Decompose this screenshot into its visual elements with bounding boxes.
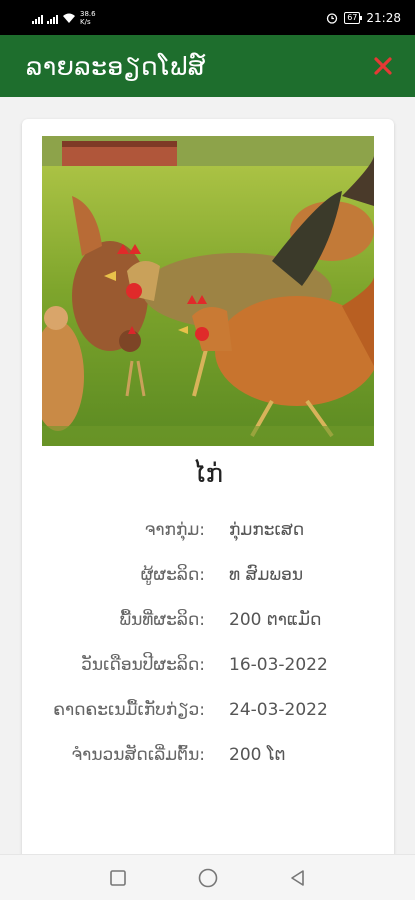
battery-icon: 67 bbox=[344, 11, 363, 24]
close-icon bbox=[374, 57, 392, 75]
net-speed: 38.6 K/s bbox=[80, 10, 96, 26]
detail-value: ກຸ່ມກະເສດ bbox=[229, 520, 305, 540]
page-title: ລາຍລະອຽດໂຟສ໌ bbox=[26, 51, 206, 81]
home-button[interactable] bbox=[193, 863, 223, 893]
detail-label: ຈຳນວນສັດເລີ່ມຕົ້ນ: bbox=[71, 745, 206, 765]
recents-button[interactable] bbox=[103, 863, 133, 893]
system-nav-bar bbox=[0, 854, 415, 900]
close-button[interactable] bbox=[367, 50, 399, 82]
circle-icon bbox=[198, 868, 217, 887]
alarm-icon bbox=[327, 12, 338, 24]
net-speed-unit: K/s bbox=[80, 17, 91, 26]
product-name: ໄກ່ bbox=[192, 459, 224, 489]
detail-row: ຜູ້ຜະລິດ: ທ ສົມພອນ bbox=[22, 561, 394, 589]
net-speed-value: 38.6 bbox=[80, 9, 96, 18]
detail-value: ທ ສົມພອນ bbox=[229, 565, 304, 585]
detail-row: ຈຳນວນສັດເລີ່ມຕົ້ນ: 200 ໂຕ bbox=[22, 741, 394, 769]
product-card: ໄກ່ ຈາກກຸ່ມ: ກຸ່ມກະເສດ ຜູ້ຜະລິດ: ທ ສົມພອ… bbox=[22, 119, 394, 854]
detail-label: ວັນເດືອນປີຜະລິດ: bbox=[81, 655, 205, 675]
status-bar: 38.6 K/s 67 21:28 bbox=[0, 0, 415, 35]
detail-value: 200 ຕາແມັດ bbox=[229, 610, 322, 630]
product-image bbox=[42, 136, 374, 446]
clock: 21:28 bbox=[366, 10, 401, 25]
square-icon bbox=[109, 869, 126, 886]
detail-label: ພື້ນທີ່ຜະລິດ: bbox=[119, 610, 205, 630]
detail-label: ຄາດຄະເນມື້ເກັບກ່ຽວ: bbox=[53, 700, 205, 720]
detail-value: 24-03-2022 bbox=[229, 700, 328, 720]
detail-value: 200 ໂຕ bbox=[229, 745, 286, 765]
app-bar: ລາຍລະອຽດໂຟສ໌ bbox=[0, 35, 415, 97]
status-left: 38.6 K/s bbox=[32, 10, 96, 26]
detail-row: ຄາດຄະເນມື້ເກັບກ່ຽວ: 24-03-2022 bbox=[22, 696, 394, 724]
detail-label: ຈາກກຸ່ມ: bbox=[144, 520, 205, 540]
signal-icon bbox=[32, 12, 43, 24]
status-right: 67 21:28 bbox=[326, 11, 401, 25]
signal-2-icon bbox=[47, 12, 58, 24]
back-button[interactable] bbox=[283, 863, 313, 893]
detail-scroll-area[interactable]: ໄກ່ ຈາກກຸ່ມ: ກຸ່ມກະເສດ ຜູ້ຜະລິດ: ທ ສົມພອ… bbox=[0, 97, 415, 854]
detail-label: ຜູ້ຜະລິດ: bbox=[140, 565, 205, 585]
wifi-icon bbox=[63, 13, 75, 23]
detail-value: 16-03-2022 bbox=[229, 655, 328, 675]
detail-row: ວັນເດືອນປີຜະລິດ: 16-03-2022 bbox=[22, 651, 394, 679]
triangle-back-icon bbox=[290, 869, 304, 886]
detail-row: ຈາກກຸ່ມ: ກຸ່ມກະເສດ bbox=[22, 516, 394, 544]
detail-row: ພື້ນທີ່ຜະລິດ: 200 ຕາແມັດ bbox=[22, 606, 394, 634]
detail-list: ຈາກກຸ່ມ: ກຸ່ມກະເສດ ຜູ້ຜະລິດ: ທ ສົມພອນ ພື… bbox=[22, 516, 394, 786]
battery-level: 67 bbox=[347, 12, 358, 22]
